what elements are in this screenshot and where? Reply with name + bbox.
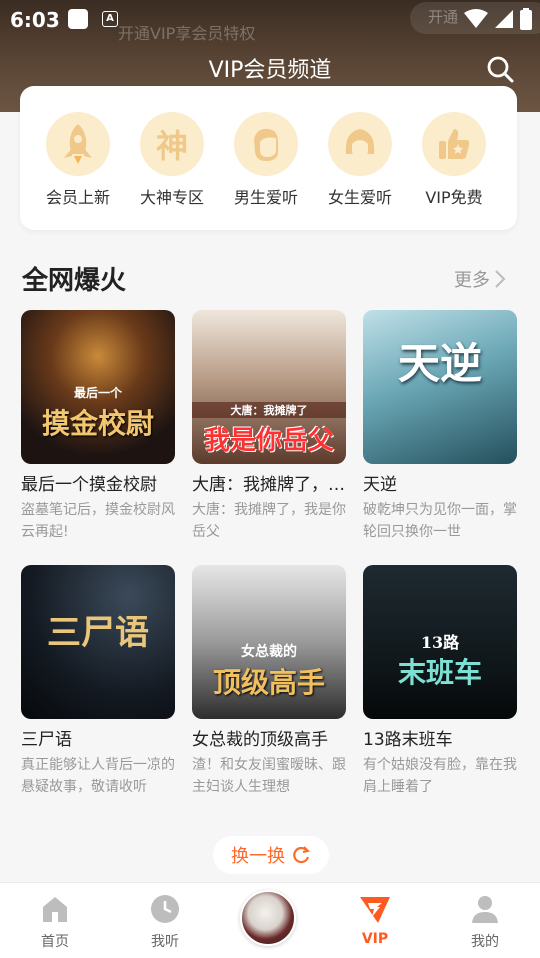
tab-mine[interactable]: 我的 [445, 893, 525, 951]
wifi-icon [464, 9, 488, 28]
category-card: 会员上新 神 大神专区 男生爱听 女生爱听 VIP免费 [20, 86, 517, 230]
chevron-right-icon [495, 270, 506, 288]
keyboard-a-icon: A [102, 11, 118, 27]
profile-icon [472, 896, 498, 923]
tab-label: VIP [361, 931, 389, 947]
cover-title: 我是你岳父 [203, 426, 334, 456]
book-card[interactable]: 女总裁的 顶级高手 女总裁的顶级高手 渣！和女友闺蜜暧昧、跟主妇谈人生理想 [192, 565, 348, 798]
cover-title: 摸金校尉 [41, 407, 154, 440]
book-desc: 真正能够让人背后一凉的悬疑故事，敬请收听 [21, 757, 175, 795]
search-icon[interactable] [486, 55, 514, 83]
category-label: 大神专区 [139, 188, 204, 207]
cover-title: 顶级高手 [212, 666, 325, 699]
shen-character-icon: 神 [140, 112, 204, 176]
category-member-new[interactable]: 会员上新 [38, 112, 118, 208]
more-button[interactable]: 更多 [454, 266, 506, 292]
tab-label: 我听 [151, 934, 179, 950]
refresh-button[interactable]: 换一换 [213, 836, 329, 874]
book-title: 天逆 [363, 475, 397, 495]
book-desc: 渣！和女友闺蜜暧昧、跟主妇谈人生理想 [192, 757, 346, 795]
book-cover[interactable]: 13路 末班车 [363, 565, 517, 719]
battery-icon [520, 8, 532, 30]
book-card[interactable]: 天逆 天逆 破乾坤只为见你一面，掌轮回只换你一世 [363, 310, 519, 543]
tab-listen[interactable]: 我听 [125, 893, 205, 951]
now-playing-avatar[interactable] [240, 890, 296, 946]
cover-subtitle: 13路 [420, 633, 460, 652]
page-title: VIP会员频道 [208, 58, 332, 83]
book-card[interactable]: 最后一个 摸金校尉 最后一个摸金校尉 盗墓笔记后，摸金校尉风云再起! [21, 310, 177, 543]
book-cover[interactable]: 三尸语 [21, 565, 175, 719]
category-male[interactable]: 男生爱听 [226, 112, 306, 208]
status-bar: 6:03 A [0, 0, 540, 40]
status-time: 6:03 [10, 8, 60, 32]
vip-logo-icon [360, 897, 390, 923]
cover-subtitle: 最后一个 [73, 386, 122, 400]
male-face-icon [234, 112, 298, 176]
category-label: 女生爱听 [327, 188, 392, 207]
rocket-icon [46, 112, 110, 176]
thumbs-up-icon [422, 112, 486, 176]
cover-subtitle: 大唐：我摊牌了 [192, 402, 346, 418]
book-desc: 破乾坤只为见你一面，掌轮回只换你一世 [363, 502, 517, 540]
cellular-icon [495, 10, 513, 28]
refresh-label: 换一换 [231, 846, 285, 867]
refresh-icon [293, 846, 311, 864]
book-cover[interactable]: 最后一个 摸金校尉 [21, 310, 175, 464]
cover-title: 三尸语 [47, 613, 149, 653]
cover-subtitle: 女总裁的 [241, 644, 297, 660]
book-cover[interactable]: 大唐：我摊牌了 我是你岳父 [192, 310, 346, 464]
more-label: 更多 [454, 270, 490, 291]
category-vip-free[interactable]: VIP免费 [414, 112, 494, 208]
notification-icon [68, 9, 88, 29]
category-label: 会员上新 [45, 188, 110, 207]
status-indicators [464, 8, 532, 30]
category-label: VIP免费 [425, 188, 483, 207]
book-card[interactable]: 大唐：我摊牌了 我是你岳父 大唐：我摊牌了，我是你岳父 大唐：我摊牌了，我是你岳… [192, 310, 348, 543]
tab-label: 首页 [41, 934, 69, 950]
home-icon [43, 897, 67, 922]
book-card[interactable]: 13路 末班车 13路末班车 有个姑娘没有脸，靠在我肩上睡着了 [363, 565, 519, 798]
cover-title: 天逆 [397, 339, 482, 388]
book-desc: 盗墓笔记后，摸金校尉风云再起! [21, 502, 175, 540]
section-title: 全网爆火 [22, 266, 127, 296]
book-title: 三尸语 [21, 730, 72, 750]
female-face-icon [328, 112, 392, 176]
book-title: 女总裁的顶级高手 [192, 730, 328, 750]
book-cover[interactable]: 天逆 [363, 310, 517, 464]
book-title: 大唐：我摊牌了，我是你岳父 [192, 475, 346, 495]
book-cover[interactable]: 女总裁的 顶级高手 [192, 565, 346, 719]
category-female[interactable]: 女生爱听 [320, 112, 400, 208]
clock-icon [151, 895, 179, 923]
cover-title: 末班车 [397, 656, 482, 689]
book-title: 最后一个摸金校尉 [21, 475, 157, 495]
category-master-zone[interactable]: 神 大神专区 [132, 112, 212, 208]
book-desc: 有个姑娘没有脸，靠在我肩上睡着了 [363, 757, 517, 795]
tab-home[interactable]: 首页 [15, 893, 95, 951]
shen-glyph: 神 [155, 127, 188, 165]
book-desc: 大唐：我摊牌了，我是你岳父 [192, 502, 346, 540]
book-card[interactable]: 三尸语 三尸语 真正能够让人背后一凉的悬疑故事，敬请收听 [21, 565, 177, 798]
tab-vip[interactable]: VIP [335, 893, 415, 947]
book-title: 13路末班车 [363, 730, 453, 750]
category-label: 男生爱听 [233, 188, 298, 207]
tab-label: 我的 [471, 934, 499, 950]
